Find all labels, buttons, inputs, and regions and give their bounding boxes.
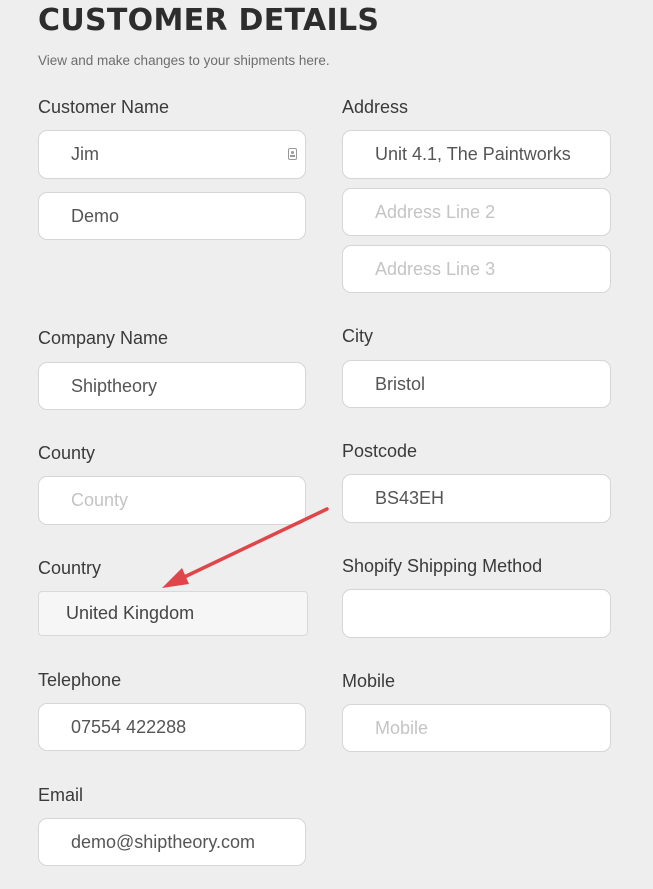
telephone-field[interactable]: 07554 422288 <box>38 703 306 751</box>
address-line3-placeholder: Address Line 3 <box>375 258 496 279</box>
shipping-method-label: Shopify Shipping Method <box>342 556 543 576</box>
last-name-value: Demo <box>71 205 120 226</box>
address-line2-field[interactable]: Address Line 2 <box>342 188 611 236</box>
county-field[interactable]: County <box>38 476 306 525</box>
first-name-value: Jim <box>71 144 99 164</box>
country-label: Country <box>38 558 102 578</box>
telephone-value: 07554 422288 <box>71 716 187 737</box>
mobile-field[interactable]: Mobile <box>342 704 611 752</box>
email-label: Email <box>38 785 84 805</box>
city-label: City <box>342 326 373 346</box>
country-select[interactable]: United Kingdom <box>38 591 308 636</box>
address-line1-value: Unit 4.1, The Paintworks <box>375 144 571 164</box>
company-name-field[interactable]: Shiptheory <box>38 362 306 410</box>
telephone-label: Telephone <box>38 670 122 690</box>
email-value: demo@shiptheory.com <box>71 831 256 852</box>
mobile-placeholder: Mobile <box>375 717 429 738</box>
address-line3-field[interactable]: Address Line 3 <box>342 245 611 293</box>
mobile-label: Mobile <box>342 671 396 691</box>
company-name-value: Shiptheory <box>71 375 158 396</box>
county-placeholder: County <box>71 490 129 510</box>
address-line2-placeholder: Address Line 2 <box>375 201 496 222</box>
address-label: Address <box>342 97 409 117</box>
postcode-label: Postcode <box>342 441 418 461</box>
customer-name-label: Customer Name <box>38 97 170 117</box>
address-line1-field[interactable]: Unit 4.1, The Paintworks <box>342 130 611 179</box>
last-name-field[interactable]: Demo <box>38 192 306 240</box>
page-title: CUSTOMER DETAILS <box>38 3 380 38</box>
postcode-field[interactable]: BS43EH <box>342 474 611 523</box>
email-field[interactable]: demo@shiptheory.com <box>38 818 306 866</box>
company-name-label: Company Name <box>38 328 169 348</box>
shipping-method-field[interactable] <box>342 589 611 638</box>
country-value: United Kingdom <box>66 603 195 623</box>
postcode-value: BS43EH <box>375 488 445 508</box>
first-name-field[interactable]: Jim <box>38 130 306 179</box>
city-value: Bristol <box>375 373 426 394</box>
county-label: County <box>38 443 96 463</box>
contact-card-icon[interactable] <box>288 148 297 160</box>
city-field[interactable]: Bristol <box>342 360 611 408</box>
page-subtitle: View and make changes to your shipments … <box>38 53 330 68</box>
